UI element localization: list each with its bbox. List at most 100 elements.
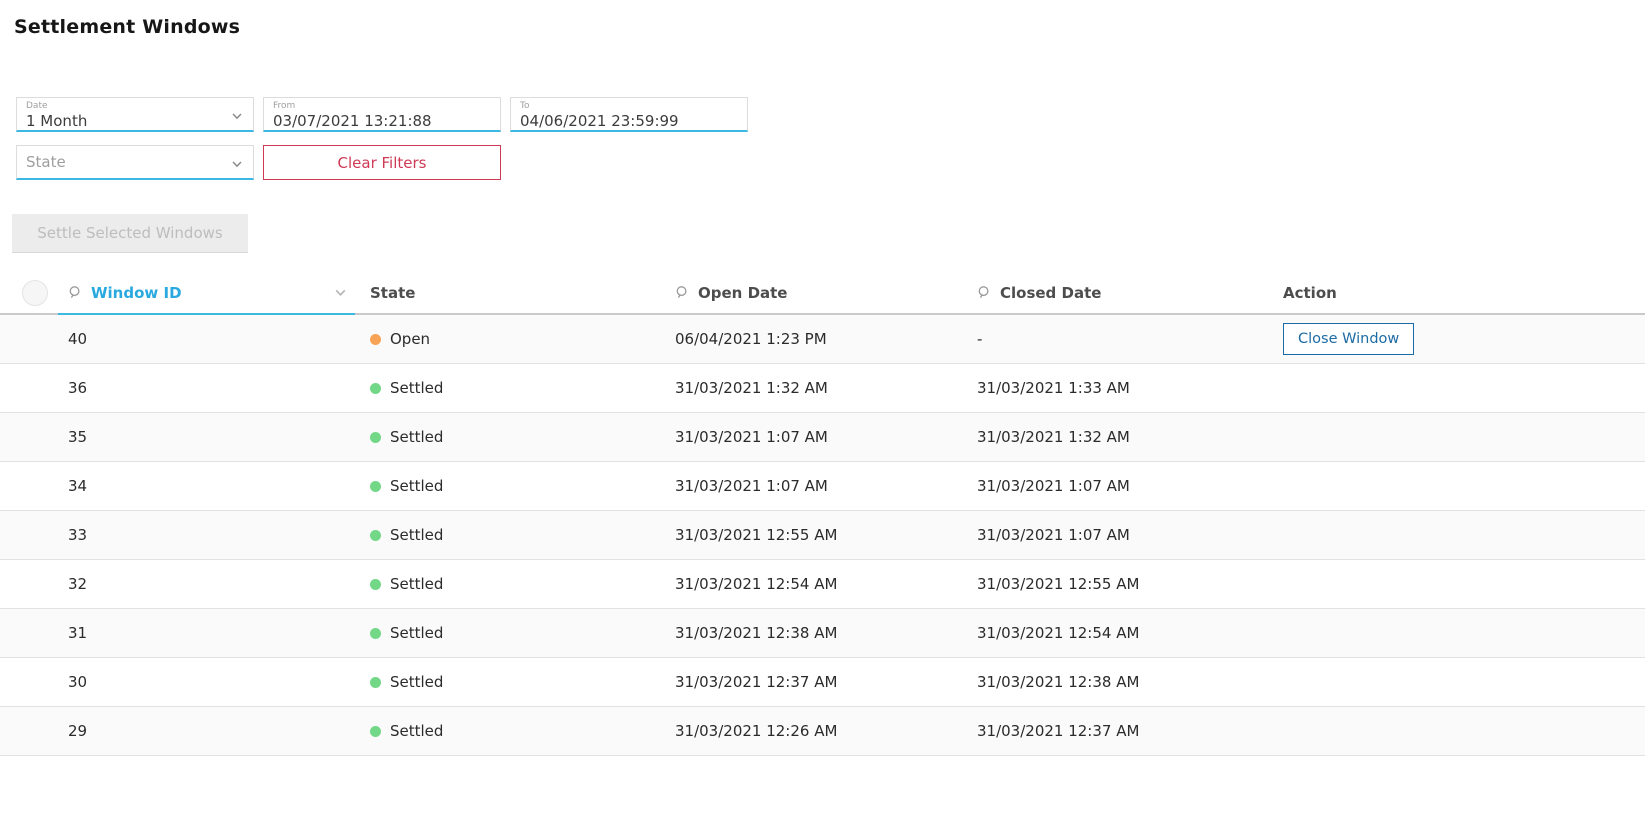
cell-closed-date: 31/03/2021 1:33 AM (965, 379, 1271, 397)
state-label: Settled (390, 624, 443, 642)
status-dot-icon (370, 579, 381, 590)
cell-open-date: 31/03/2021 12:55 AM (663, 526, 965, 544)
cell-state: Settled (358, 575, 663, 593)
column-label-state: State (370, 284, 415, 302)
state-label: Settled (390, 477, 443, 495)
column-label-action: Action (1283, 284, 1337, 302)
column-label-window-id: Window ID (91, 284, 182, 302)
cell-closed-date: 31/03/2021 12:55 AM (965, 575, 1271, 593)
cell-closed-date: 31/03/2021 1:32 AM (965, 428, 1271, 446)
cell-open-date: 31/03/2021 12:54 AM (663, 575, 965, 593)
cell-closed-date: 31/03/2021 1:07 AM (965, 526, 1271, 544)
clear-filters-button[interactable]: Clear Filters (263, 145, 501, 180)
table-row: 40 Open 06/04/2021 1:23 PM - Close Windo… (0, 315, 1645, 364)
to-date-input[interactable] (520, 112, 717, 130)
table-header-row: Window ID State Open Date Closed Date (0, 272, 1645, 315)
cell-window-id: 32 (58, 575, 358, 593)
cell-window-id: 33 (58, 526, 358, 544)
state-filter-select[interactable]: State (16, 145, 254, 180)
filter-row-1: Date From To (16, 97, 1645, 132)
cell-open-date: 31/03/2021 1:07 AM (663, 477, 965, 495)
close-window-button[interactable]: Close Window (1283, 323, 1414, 355)
status-dot-icon (370, 628, 381, 639)
sort-direction-icon (333, 285, 348, 300)
from-date-input[interactable] (273, 112, 470, 130)
state-label: Settled (390, 379, 443, 397)
table-row: 30 Settled 31/03/2021 12:37 AM 31/03/202… (0, 658, 1645, 707)
state-label: Settled (390, 722, 443, 740)
cell-state: Settled (358, 477, 663, 495)
status-dot-icon (370, 530, 381, 541)
cell-window-id: 35 (58, 428, 358, 446)
date-range-select[interactable]: Date (16, 97, 254, 132)
cell-closed-date: - (965, 330, 1271, 348)
chevron-down-icon (230, 157, 244, 171)
cell-closed-date: 31/03/2021 1:07 AM (965, 477, 1271, 495)
cell-closed-date: 31/03/2021 12:38 AM (965, 673, 1271, 691)
column-label-open-date: Open Date (698, 284, 787, 302)
cell-open-date: 31/03/2021 12:37 AM (663, 673, 965, 691)
status-dot-icon (370, 334, 381, 345)
table-row: 31 Settled 31/03/2021 12:38 AM 31/03/202… (0, 609, 1645, 658)
filter-row-2: State Clear Filters (16, 145, 1645, 180)
header-select-all-cell (0, 272, 58, 313)
cell-closed-date: 31/03/2021 12:37 AM (965, 722, 1271, 740)
cell-state: Settled (358, 722, 663, 740)
cell-open-date: 31/03/2021 12:26 AM (663, 722, 965, 740)
status-dot-icon (370, 481, 381, 492)
cell-open-date: 06/04/2021 1:23 PM (663, 330, 965, 348)
from-field-label: From (273, 101, 470, 111)
cell-open-date: 31/03/2021 1:07 AM (663, 428, 965, 446)
from-date-field[interactable]: From (263, 97, 501, 132)
state-label: Settled (390, 673, 443, 691)
column-header-open-date[interactable]: Open Date (663, 272, 965, 313)
state-label: Settled (390, 575, 443, 593)
cell-open-date: 31/03/2021 12:38 AM (663, 624, 965, 642)
date-select-label: Date (26, 101, 223, 111)
settle-selected-windows-button[interactable]: Settle Selected Windows (12, 214, 248, 253)
cell-state: Settled (358, 428, 663, 446)
cell-state: Settled (358, 673, 663, 691)
cell-window-id: 36 (58, 379, 358, 397)
table-row: 35 Settled 31/03/2021 1:07 AM 31/03/2021… (0, 413, 1645, 462)
settlement-windows-page: Settlement Windows Date From To State (0, 16, 1645, 815)
table-row: 33 Settled 31/03/2021 12:55 AM 31/03/202… (0, 511, 1645, 560)
state-label: Open (390, 330, 430, 348)
to-date-field[interactable]: To (510, 97, 748, 132)
status-dot-icon (370, 383, 381, 394)
state-label: Settled (390, 428, 443, 446)
select-all-checkbox[interactable] (22, 280, 48, 306)
table-row: 32 Settled 31/03/2021 12:54 AM 31/03/202… (0, 560, 1645, 609)
settlement-windows-table: Window ID State Open Date Closed Date (0, 272, 1645, 756)
status-dot-icon (370, 677, 381, 688)
search-icon[interactable] (675, 285, 690, 300)
date-select-value[interactable] (26, 112, 223, 130)
cell-state: Settled (358, 624, 663, 642)
table-row: 36 Settled 31/03/2021 1:32 AM 31/03/2021… (0, 364, 1645, 413)
cell-open-date: 31/03/2021 1:32 AM (663, 379, 965, 397)
column-header-closed-date[interactable]: Closed Date (965, 272, 1271, 313)
column-label-closed-date: Closed Date (1000, 284, 1101, 302)
status-dot-icon (370, 432, 381, 443)
search-icon[interactable] (68, 285, 83, 300)
cell-window-id: 40 (58, 330, 358, 348)
table-row: 29 Settled 31/03/2021 12:26 AM 31/03/202… (0, 707, 1645, 756)
state-select-placeholder: State (26, 153, 66, 171)
search-icon[interactable] (977, 285, 992, 300)
cell-state: Open (358, 330, 663, 348)
cell-closed-date: 31/03/2021 12:54 AM (965, 624, 1271, 642)
chevron-down-icon (230, 109, 244, 123)
status-dot-icon (370, 726, 381, 737)
page-title: Settlement Windows (14, 16, 1645, 38)
cell-window-id: 29 (58, 722, 358, 740)
column-header-state[interactable]: State (358, 272, 663, 313)
column-header-window-id[interactable]: Window ID (58, 272, 358, 313)
cell-window-id: 34 (58, 477, 358, 495)
table-row: 34 Settled 31/03/2021 1:07 AM 31/03/2021… (0, 462, 1645, 511)
cell-state: Settled (358, 526, 663, 544)
to-field-label: To (520, 101, 717, 111)
cell-window-id: 31 (58, 624, 358, 642)
filters-panel: Date From To State Cl (16, 97, 1645, 180)
state-label: Settled (390, 526, 443, 544)
cell-window-id: 30 (58, 673, 358, 691)
